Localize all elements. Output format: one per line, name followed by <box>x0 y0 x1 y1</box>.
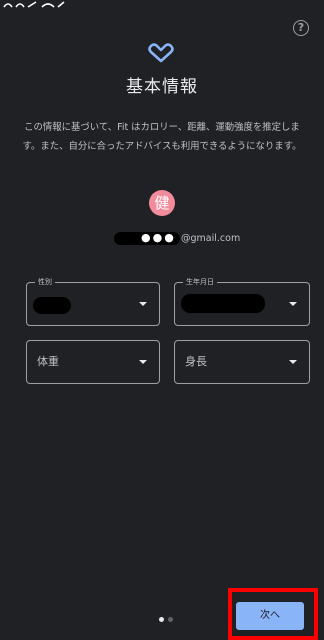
gender-value-redaction <box>33 297 71 314</box>
email-masked-dots: ●●● <box>141 231 176 244</box>
email-address: @gmail.com <box>181 233 241 244</box>
dropdown-arrow-icon <box>139 360 147 364</box>
description-text: この情報に基づいて、Fit はカロリー、距離、運動強度を推定します。また、自分に… <box>22 122 302 152</box>
page-dot-inactive <box>168 617 173 622</box>
gender-legend: 性別 <box>35 277 55 287</box>
gender-select[interactable]: 性別 <box>26 277 160 326</box>
birthdate-value-redaction <box>181 294 265 313</box>
avatar: 健 <box>149 190 175 216</box>
page-title: 基本情報 <box>126 77 198 97</box>
status-bar-fragment <box>3 1 65 8</box>
help-icon[interactable]: ? <box>293 20 309 36</box>
highlight-box <box>228 588 318 640</box>
dropdown-arrow-icon <box>139 302 147 306</box>
page-dot-active <box>159 617 164 622</box>
dropdown-arrow-icon <box>289 360 297 364</box>
weight-select[interactable]: 体重 <box>26 340 160 384</box>
google-fit-heart-icon <box>148 43 174 63</box>
weight-label: 体重 <box>37 355 59 368</box>
dropdown-arrow-icon <box>289 302 297 306</box>
birthdate-legend: 生年月日 <box>183 277 217 287</box>
birthdate-select[interactable]: 生年月日 <box>174 277 310 326</box>
height-label: 身長 <box>185 355 207 368</box>
page-indicator <box>159 617 179 623</box>
height-select[interactable]: 身長 <box>174 340 310 384</box>
onboarding-screen: ? 基本情報 この情報に基づいて、Fit はカロリー、距離、運動強度を推定します… <box>0 0 324 640</box>
